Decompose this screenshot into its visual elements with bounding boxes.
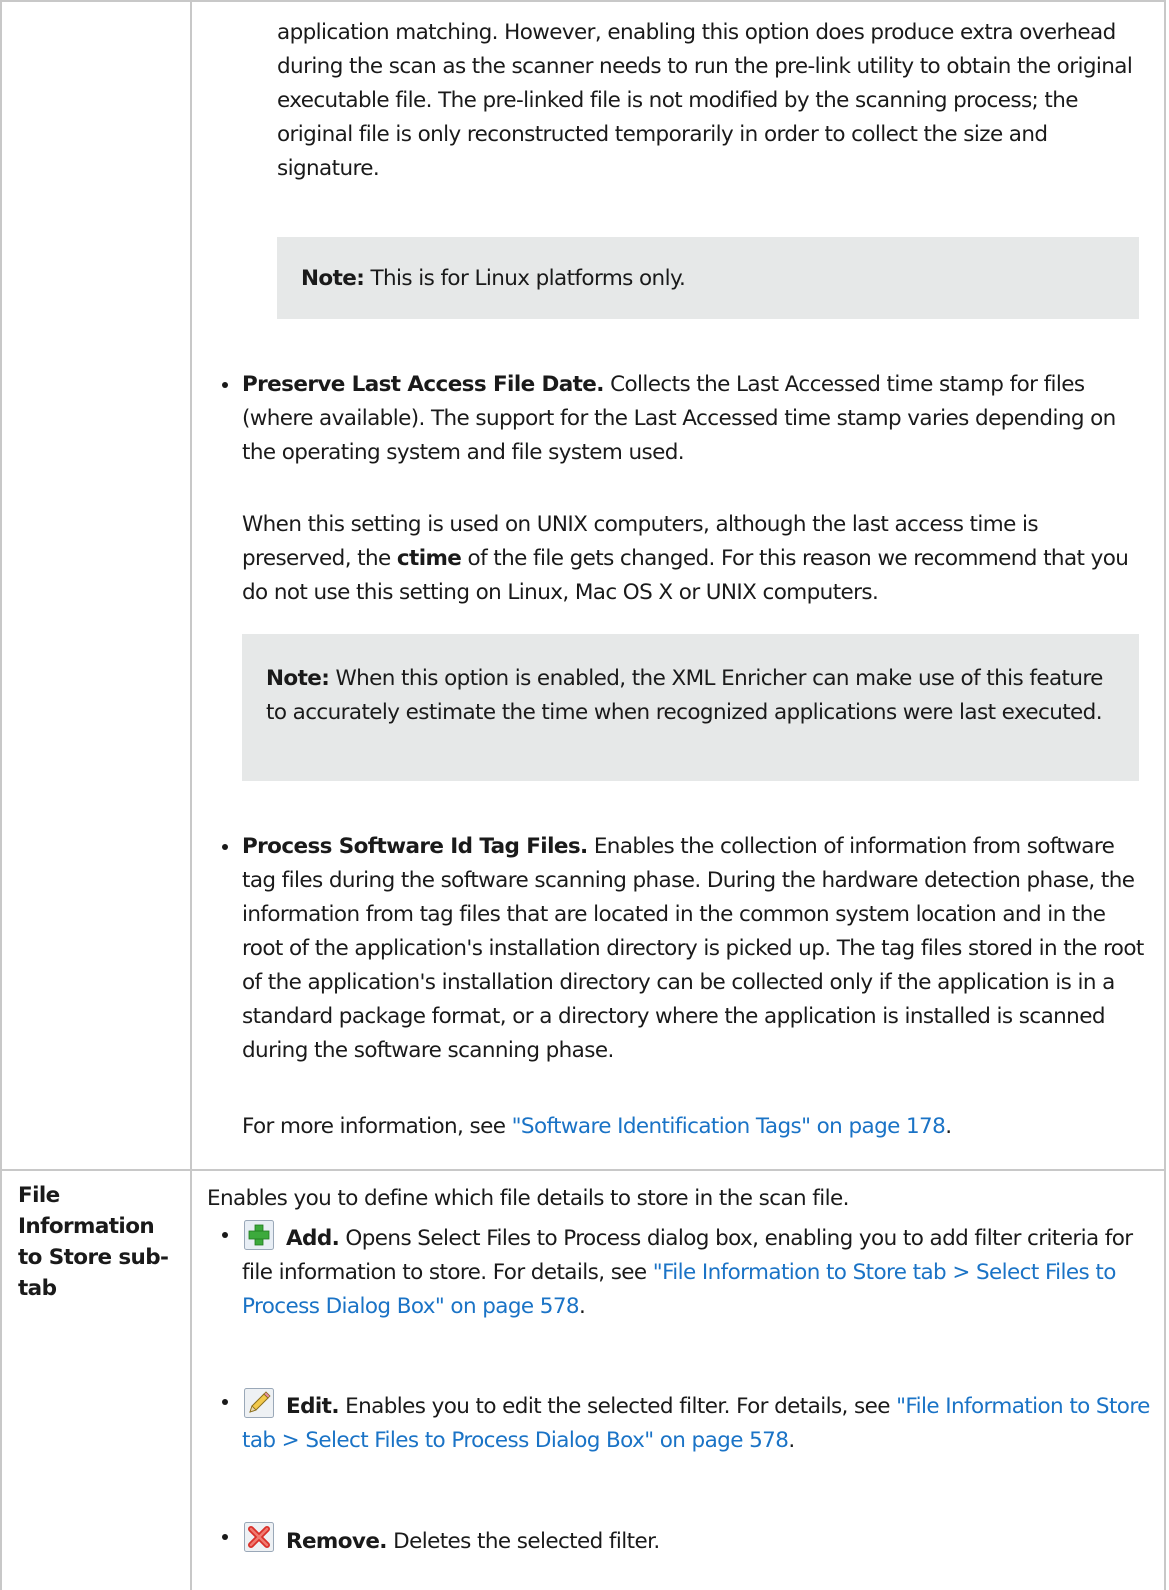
remove-item: Remove. Deletes the selected filter.	[286, 1529, 660, 1554]
note-box: Note: When this option is enabled, the X…	[242, 634, 1139, 781]
edit-item: Edit. Enables you to edit the selected f…	[242, 1394, 1150, 1453]
option-description: Enables the collection of information fr…	[242, 834, 1144, 1063]
process-software-id-item: Process Software Id Tag Files. Enables t…	[242, 830, 1152, 1068]
edit-button-label: Edit.	[286, 1394, 340, 1419]
note-text: This is for Linux platforms only.	[364, 266, 686, 291]
bullet-icon	[222, 844, 228, 850]
bullet-icon	[222, 1399, 228, 1405]
preserve-paragraph-2: When this setting is used on UNIX comput…	[242, 512, 1129, 605]
note-label: Note:	[266, 666, 330, 691]
software-identification-tags-link[interactable]: "Software Identification Tags" on page 1…	[512, 1114, 946, 1139]
table-row: application matching. However, enabling …	[0, 0, 1169, 1169]
add-button-label: Add.	[286, 1226, 340, 1251]
preserve-last-access-item: Preserve Last Access File Date. Collects…	[242, 368, 1147, 470]
note-label: Note:	[301, 266, 365, 291]
more-information-line: For more information, see "Software Iden…	[242, 1114, 952, 1139]
option-title: Process Software Id Tag Files.	[242, 834, 588, 859]
option-title: Preserve Last Access File Date.	[242, 372, 604, 397]
continuation-paragraph: application matching. However, enabling …	[277, 20, 1133, 181]
bullet-icon	[222, 1232, 228, 1238]
bullet-icon	[222, 382, 228, 388]
table-row: File Information to Store sub-tab Enable…	[0, 1170, 1169, 1590]
row-label: File Information to Store sub-tab	[18, 1183, 169, 1301]
row-intro: Enables you to define which file details…	[207, 1186, 849, 1211]
note-box: Note: This is for Linux platforms only.	[277, 237, 1139, 319]
bullet-icon	[222, 1534, 228, 1540]
note-text: When this option is enabled, the XML Enr…	[266, 666, 1103, 725]
add-item: Add. Opens Select Files to Process dialo…	[242, 1226, 1133, 1319]
remove-button-label: Remove.	[286, 1529, 387, 1554]
